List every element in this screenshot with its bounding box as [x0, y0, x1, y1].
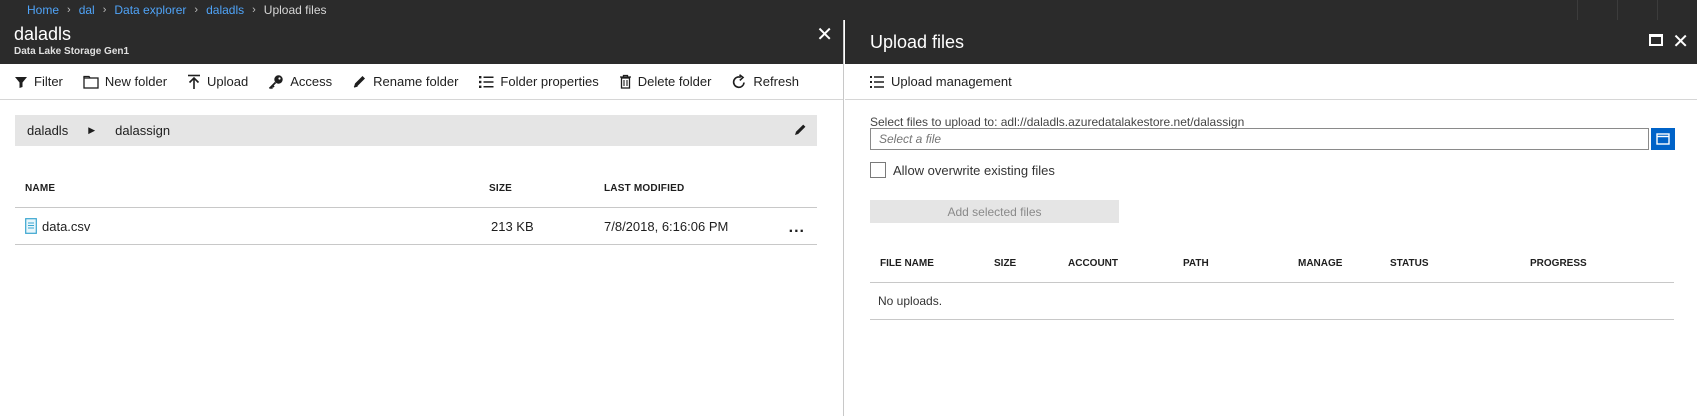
- chevron-right-icon: ›: [252, 4, 256, 16]
- delete-folder-label: Delete folder: [637, 74, 712, 89]
- column-progress: PROGRESS: [1530, 258, 1587, 269]
- explorer-toolbar: Filter New folder Upload Access Rename f…: [0, 64, 843, 100]
- chevron-right-icon: ›: [67, 4, 71, 16]
- column-last-modified[interactable]: LAST MODIFIED: [604, 183, 794, 194]
- close-icon[interactable]: ✕: [816, 25, 833, 45]
- column-manage: MANAGE: [1298, 258, 1343, 269]
- refresh-button[interactable]: Refresh: [731, 73, 799, 90]
- file-icon: [25, 218, 37, 234]
- folder-icon: [83, 75, 99, 89]
- breadcrumb-dividers: [1577, 0, 1697, 20]
- filter-label: Filter: [34, 74, 63, 89]
- column-file-name: FILE NAME: [880, 258, 934, 269]
- select-files-label: Select files to upload to: adl://daladls…: [870, 115, 1245, 129]
- breadcrumb-data-explorer[interactable]: Data explorer: [114, 3, 186, 17]
- column-size: SIZE: [994, 258, 1017, 269]
- upload-label: Upload: [207, 74, 249, 89]
- table-row[interactable]: data.csv 213 KB 7/8/2018, 6:16:06 PM ...: [15, 208, 817, 245]
- blade-title: daladls: [14, 24, 72, 44]
- path-segment-folder[interactable]: dalassign: [115, 123, 170, 138]
- chevron-right-icon: ›: [102, 4, 107, 16]
- column-size[interactable]: SIZE: [489, 183, 604, 194]
- upload-icon: [188, 74, 201, 89]
- more-options-icon[interactable]: ...: [789, 219, 805, 237]
- add-selected-files-button[interactable]: Add selected files: [870, 200, 1119, 223]
- filter-icon: [15, 76, 27, 88]
- overwrite-label[interactable]: Allow overwrite existing files: [893, 163, 1055, 178]
- folder-properties-label: Folder properties: [500, 74, 599, 89]
- upload-files-blade: Upload files ✕ Upload management Select …: [845, 20, 1697, 416]
- folder-path-bar: daladls ▶ dalassign: [15, 115, 817, 146]
- file-table-header: NAME SIZE LAST MODIFIED: [15, 170, 817, 208]
- refresh-label: Refresh: [753, 74, 799, 89]
- breadcrumb-dal[interactable]: dal: [79, 3, 95, 17]
- delete-folder-button[interactable]: Delete folder: [619, 74, 712, 89]
- blade-subtitle: Data Lake Storage Gen1: [14, 46, 130, 57]
- rename-folder-button[interactable]: Rename folder: [352, 74, 458, 89]
- browse-button[interactable]: [1651, 128, 1675, 150]
- file-size: 213 KB: [491, 218, 534, 234]
- overwrite-checkbox[interactable]: [870, 162, 886, 178]
- folder-browse-icon: [1656, 133, 1670, 145]
- refresh-icon: [733, 73, 746, 88]
- column-account: ACCOUNT: [1068, 258, 1118, 269]
- upload-button[interactable]: Upload: [187, 74, 248, 90]
- uploads-table: FILE NAME SIZE ACCOUNT PATH MANAGE STATU…: [870, 245, 1674, 320]
- blade-header: daladls Data Lake Storage Gen1 ✕: [0, 20, 843, 64]
- new-folder-label: New folder: [104, 74, 168, 89]
- edit-path-icon[interactable]: [794, 123, 807, 139]
- pencil-icon: [353, 76, 366, 88]
- file-name[interactable]: data.csv: [42, 219, 90, 234]
- column-name[interactable]: NAME: [15, 183, 489, 194]
- file-table: NAME SIZE LAST MODIFIED data.csv 213 KB …: [15, 170, 817, 245]
- breadcrumb-current: Upload files: [263, 3, 327, 17]
- column-status: STATUS: [1390, 258, 1429, 269]
- chevron-right-icon: ›: [194, 4, 199, 16]
- blade-header: Upload files ✕: [845, 20, 1697, 64]
- key-icon: [269, 74, 283, 89]
- file-select-input[interactable]: [870, 128, 1649, 150]
- breadcrumb-daladls[interactable]: daladls: [206, 3, 244, 17]
- file-modified: 7/8/2018, 6:16:06 PM: [604, 218, 729, 234]
- access-label: Access: [290, 74, 333, 89]
- path-arrow-icon: ▶: [88, 125, 96, 135]
- folder-properties-button[interactable]: Folder properties: [478, 74, 599, 89]
- new-folder-button[interactable]: New folder: [83, 74, 167, 89]
- no-uploads-row: No uploads.: [870, 283, 1674, 320]
- path-segment-root[interactable]: daladls: [27, 123, 68, 138]
- breadcrumb: Home › dal › Data explorer › daladls › U…: [0, 0, 1697, 20]
- overwrite-option: Allow overwrite existing files: [870, 162, 1055, 178]
- filter-button[interactable]: Filter: [14, 74, 63, 89]
- list-icon: [870, 75, 884, 88]
- file-name-cell: data.csv: [15, 218, 489, 234]
- upload-management-label: Upload management: [891, 74, 1012, 89]
- access-button[interactable]: Access: [268, 74, 332, 90]
- data-explorer-blade: daladls Data Lake Storage Gen1 ✕ Filter …: [0, 20, 844, 416]
- blade-title: Upload files: [870, 32, 965, 52]
- breadcrumb-home[interactable]: Home: [27, 3, 59, 17]
- column-path: PATH: [1183, 258, 1209, 269]
- list-icon: [479, 75, 494, 88]
- rename-folder-label: Rename folder: [373, 74, 459, 89]
- uploads-table-header: FILE NAME SIZE ACCOUNT PATH MANAGE STATU…: [870, 245, 1674, 283]
- upload-management-button[interactable]: Upload management: [869, 74, 1012, 89]
- maximize-icon[interactable]: [1649, 34, 1663, 46]
- trash-icon: [619, 74, 631, 89]
- close-icon[interactable]: ✕: [1672, 32, 1689, 52]
- upload-toolbar: Upload management: [845, 64, 1697, 100]
